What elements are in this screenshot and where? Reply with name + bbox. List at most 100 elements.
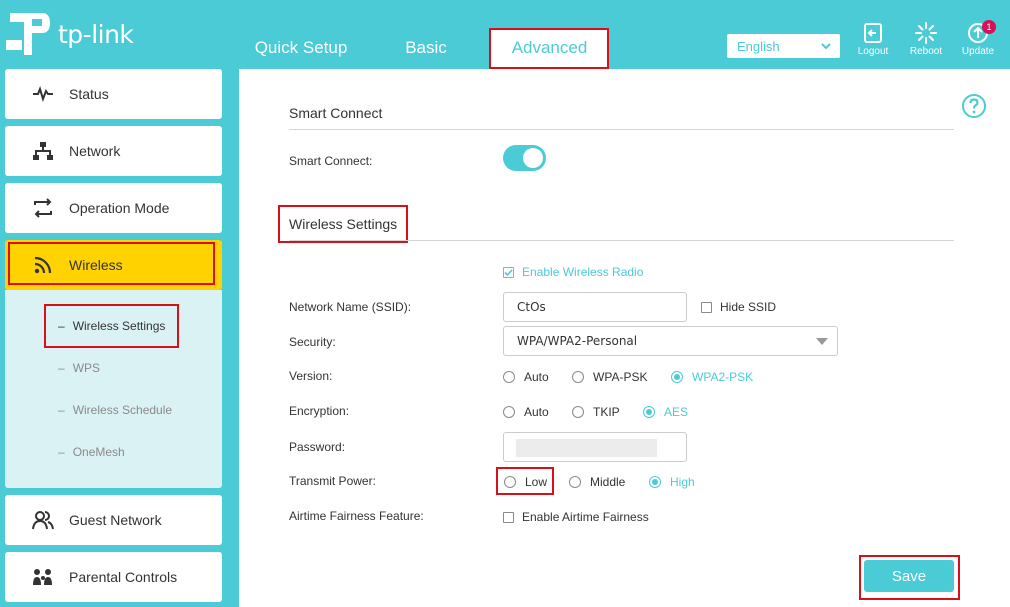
update-badge: 1 [982,20,996,34]
family-icon [31,565,55,589]
submenu-dash: – [58,361,65,375]
update-button[interactable]: 1 Update [956,20,1000,57]
logout-label: Logout [857,46,889,57]
submenu-item-label: Wireless Settings [72,319,166,333]
radio-label: TKIP [593,405,620,419]
sidebar-item-status[interactable]: Status [5,69,222,119]
sidebar-item-operation-mode[interactable]: Operation Mode [5,183,222,233]
logout-button[interactable]: Logout [851,22,895,57]
radio-dot [504,476,516,488]
radio-label: AES [664,405,689,419]
submenu-item-label: WPS [72,361,101,375]
radio-dot [569,476,581,488]
language-select[interactable]: English [727,34,840,58]
checkbox-label: Enable Wireless Radio [522,265,644,279]
reboot-label: Reboot [909,46,943,57]
security-select[interactable]: WPA/WPA2-Personal [503,326,838,356]
section-title-smart-connect: Smart Connect [289,105,383,121]
save-button[interactable]: Save [864,560,954,592]
hide-ssid-checkbox[interactable]: Hide SSID [701,300,776,314]
radio-label: WPA2-PSK [692,370,754,384]
tab-basic[interactable]: Basic [388,28,464,68]
submenu-item-wireless-schedule[interactable]: – Wireless Schedule [58,403,172,417]
logo-text: tp-link [58,19,134,49]
submenu-item-label: OneMesh [72,445,125,459]
section-title-wireless-settings: Wireless Settings [289,216,398,232]
radio-label: High [670,475,695,489]
transmit-radio-low[interactable]: Low [504,475,547,489]
checkmark-icon [504,268,513,276]
submenu-dash: – [58,319,65,333]
sidebar-item-network[interactable]: Network [5,126,222,176]
label-ssid: Network Name (SSID): [289,300,412,314]
divider [289,129,954,130]
security-value: WPA/WPA2-Personal [517,334,638,348]
version-radio-wpa-psk[interactable]: WPA-PSK [572,370,647,384]
radio-label: Low [525,475,548,489]
label-password: Password: [289,440,346,454]
transmit-radio-high[interactable]: High [649,475,695,489]
label-transmit-power: Transmit Power: [289,474,376,488]
chevron-down-icon [821,43,831,50]
submenu-item-onemesh[interactable]: – OneMesh [58,445,125,459]
smart-connect-toggle[interactable] [503,145,546,171]
submenu-dash: – [58,403,65,417]
label-security: Security: [289,335,336,349]
radio-label: Middle [590,475,626,489]
caret-down-icon [816,338,828,345]
radio-dot [643,406,655,418]
radio-label: Auto [524,405,549,419]
sidebar-item-wireless[interactable]: Wireless [5,240,222,290]
version-radio-auto[interactable]: Auto [503,370,549,384]
checkbox-box [701,301,712,313]
submenu-dash: – [58,445,65,459]
language-value: English [737,38,780,54]
checkbox-label: Enable Airtime Fairness [522,510,649,524]
sidebar-item-label: Network [69,143,121,159]
radio-dot [572,371,584,383]
submenu-item-wireless-settings[interactable]: – Wireless Settings [58,319,165,333]
reboot-button[interactable]: Reboot [904,22,948,57]
reboot-icon [915,22,937,44]
radio-dot [503,371,515,383]
wifi-icon [31,253,55,277]
label-airtime-fairness: Airtime Fairness Feature: [289,509,424,523]
submenu-item-wps[interactable]: – WPS [58,361,100,375]
ssid-input[interactable]: CtOs [503,292,687,322]
tp-link-logo: tp-link [4,8,139,60]
transmit-radio-middle[interactable]: Middle [569,475,625,489]
radio-label: WPA-PSK [593,370,648,384]
label-encryption: Encryption: [289,404,350,418]
sidebar-item-label: Status [69,86,109,102]
label-smart-connect: Smart Connect: [289,154,373,168]
encryption-radio-tkip[interactable]: TKIP [572,405,620,419]
sidebar-item-guest-network[interactable]: Guest Network [5,495,222,545]
sidebar-item-label: Parental Controls [69,569,178,585]
swap-arrows-icon [31,196,55,220]
encryption-radio-auto[interactable]: Auto [503,405,549,419]
main-content: Smart Connect Smart Connect: Wireless Se… [239,69,1010,607]
label-version: Version: [289,369,333,383]
password-input[interactable] [503,432,687,462]
update-label: Update [961,46,995,57]
password-mask [516,439,657,457]
submenu-item-label: Wireless Schedule [72,403,173,417]
sidebar-item-label: Operation Mode [69,200,170,216]
radio-label: Auto [524,370,549,384]
tab-quick-setup[interactable]: Quick Setup [250,28,352,68]
logout-icon [864,23,882,43]
enable-wireless-radio-checkbox[interactable]: Enable Wireless Radio [503,265,643,279]
sidebar-item-parental-controls[interactable]: Parental Controls [5,552,222,602]
help-icon[interactable] [961,93,987,119]
encryption-radio-aes[interactable]: AES [643,405,688,419]
users-icon [31,508,55,532]
radio-dot [572,406,584,418]
sidebar-item-label: Wireless [69,257,123,273]
network-icon [31,139,55,163]
version-radio-wpa2-psk[interactable]: WPA2-PSK [671,370,753,384]
tab-advanced[interactable]: Advanced [490,28,609,68]
radio-dot [671,371,683,383]
airtime-fairness-checkbox[interactable]: Enable Airtime Fairness [503,510,649,524]
sidebar-item-label: Guest Network [69,512,162,528]
checkbox-label: Hide SSID [720,300,777,314]
